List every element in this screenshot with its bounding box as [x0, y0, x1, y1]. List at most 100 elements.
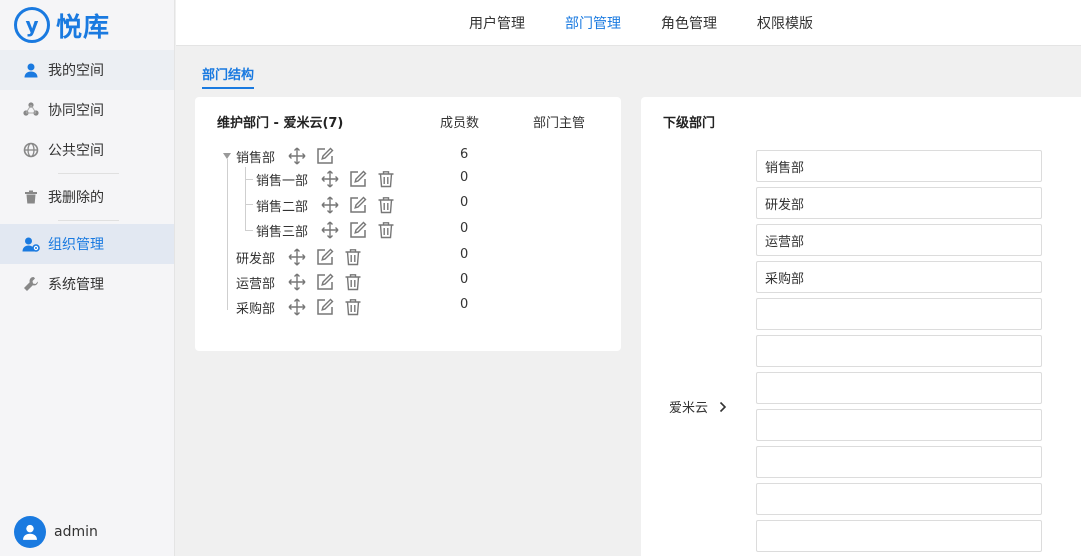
sub-dept-input[interactable] [756, 224, 1042, 256]
tree-node-sales-1[interactable]: 销售一部 [256, 168, 396, 190]
tab-dept-management[interactable]: 部门管理 [565, 13, 621, 33]
user-name: admin [54, 524, 98, 540]
move-icon[interactable] [287, 247, 307, 267]
dept-name: 运营部 [236, 276, 276, 292]
member-count: 0 [460, 272, 469, 287]
sidebar-item-label: 我删除的 [48, 190, 104, 206]
dept-name: 销售三部 [256, 224, 309, 240]
sidebar-item-label: 组织管理 [48, 237, 104, 253]
tree-node-sales[interactable]: 销售部 [236, 145, 335, 167]
tree-node-rnd[interactable]: 研发部 [236, 246, 363, 268]
chevron-right-icon [718, 401, 728, 413]
delete-icon[interactable] [376, 220, 396, 240]
top-nav: 用户管理 部门管理 角色管理 权限模版 [176, 0, 1081, 46]
member-count: 0 [460, 221, 469, 236]
logo-mark: y [14, 7, 50, 43]
tree-node-sales-2[interactable]: 销售二部 [256, 194, 396, 216]
edit-icon[interactable] [348, 169, 368, 189]
delete-icon[interactable] [343, 272, 363, 292]
sidebar-item-label: 协同空间 [48, 103, 104, 119]
sub-dept-title: 下级部门 [663, 116, 716, 131]
delete-icon[interactable] [376, 195, 396, 215]
logo-text: 悦库 [56, 12, 111, 43]
member-count: 6 [460, 147, 469, 162]
tab-user-management[interactable]: 用户管理 [469, 13, 525, 33]
dept-tree-panel: 维护部门 - 爱米云(7) 成员数 部门主管 销售部 6 销售一部 0 销售二部 [195, 97, 621, 351]
member-count: 0 [460, 170, 469, 185]
member-count: 0 [460, 195, 469, 210]
tab-permission-templates[interactable]: 权限模版 [757, 13, 813, 33]
sidebar-divider [58, 220, 119, 221]
wrench-icon [22, 275, 40, 293]
avatar[interactable] [14, 516, 46, 548]
tree-connector [245, 230, 253, 231]
members-column-header: 成员数 [440, 116, 480, 131]
delete-icon[interactable] [343, 297, 363, 317]
tree-node-purchasing[interactable]: 采购部 [236, 296, 363, 318]
edit-icon[interactable] [348, 195, 368, 215]
sidebar-item-label: 公共空间 [48, 143, 104, 159]
delete-icon[interactable] [376, 169, 396, 189]
move-icon[interactable] [320, 195, 340, 215]
sidebar-divider [58, 173, 119, 174]
sub-dept-input[interactable] [756, 298, 1042, 330]
tree-node-ops[interactable]: 运营部 [236, 271, 363, 293]
sub-dept-input[interactable] [756, 409, 1042, 441]
tree-connector [245, 204, 253, 205]
sub-dept-input[interactable] [756, 335, 1042, 367]
sidebar-item-label: 系统管理 [48, 277, 104, 293]
member-count: 0 [460, 247, 469, 262]
tree-connector [227, 159, 228, 310]
sidebar-item-deleted[interactable]: 我删除的 [0, 177, 174, 217]
move-icon[interactable] [320, 220, 340, 240]
tree-connector [245, 167, 246, 231]
trash-icon [22, 188, 40, 206]
edit-icon[interactable] [315, 146, 335, 166]
user-icon [22, 61, 40, 79]
move-icon[interactable] [287, 297, 307, 317]
sidebar-item-system-management[interactable]: 系统管理 [0, 264, 174, 304]
sidebar-item-label: 我的空间 [48, 63, 104, 79]
org-settings-icon [22, 235, 40, 253]
share-icon [22, 101, 40, 119]
delete-icon[interactable] [343, 247, 363, 267]
sub-dept-input[interactable] [756, 150, 1042, 182]
globe-icon [22, 141, 40, 159]
dept-name: 销售一部 [256, 173, 309, 189]
sub-dept-input[interactable] [756, 446, 1042, 478]
sub-dept-input[interactable] [756, 261, 1042, 293]
sidebar-item-my-space[interactable]: 我的空间 [0, 50, 174, 90]
sidebar-item-collab-space[interactable]: 协同空间 [0, 90, 174, 130]
tab-dept-structure[interactable]: 部门结构 [202, 64, 255, 89]
dept-tree-title: 维护部门 - 爱米云(7) [217, 116, 344, 131]
edit-icon[interactable] [315, 272, 335, 292]
sub-dept-input[interactable] [756, 520, 1042, 552]
dept-name: 采购部 [236, 301, 276, 317]
sidebar: y 悦库 我的空间 协同空间 公共空间 我删除的 组织管理 系统管理 admin [0, 0, 175, 556]
expand-caret-icon[interactable] [223, 153, 231, 159]
tree-connector [245, 179, 253, 180]
tab-role-management[interactable]: 角色管理 [661, 13, 717, 33]
sidebar-item-public-space[interactable]: 公共空间 [0, 130, 174, 170]
sidebar-item-org-management[interactable]: 组织管理 [0, 224, 174, 264]
root-dept-name: 爱米云 [669, 401, 709, 416]
dept-name: 销售部 [236, 150, 276, 166]
sub-dept-input[interactable] [756, 483, 1042, 515]
edit-icon[interactable] [315, 247, 335, 267]
member-count: 0 [460, 297, 469, 312]
move-icon[interactable] [320, 169, 340, 189]
sub-dept-input[interactable] [756, 372, 1042, 404]
logo[interactable]: y 悦库 [0, 0, 174, 50]
manager-column-header: 部门主管 [533, 116, 586, 131]
edit-icon[interactable] [315, 297, 335, 317]
root-dept-selector[interactable]: 爱米云 [669, 397, 728, 416]
edit-icon[interactable] [348, 220, 368, 240]
move-icon[interactable] [287, 146, 307, 166]
tree-node-sales-3[interactable]: 销售三部 [256, 219, 396, 241]
dept-name: 研发部 [236, 251, 276, 267]
dept-name: 销售二部 [256, 199, 309, 215]
sub-dept-panel: 下级部门 爱米云 [641, 97, 1081, 556]
move-icon[interactable] [287, 272, 307, 292]
sub-dept-input[interactable] [756, 187, 1042, 219]
user-profile[interactable]: admin [14, 516, 98, 548]
